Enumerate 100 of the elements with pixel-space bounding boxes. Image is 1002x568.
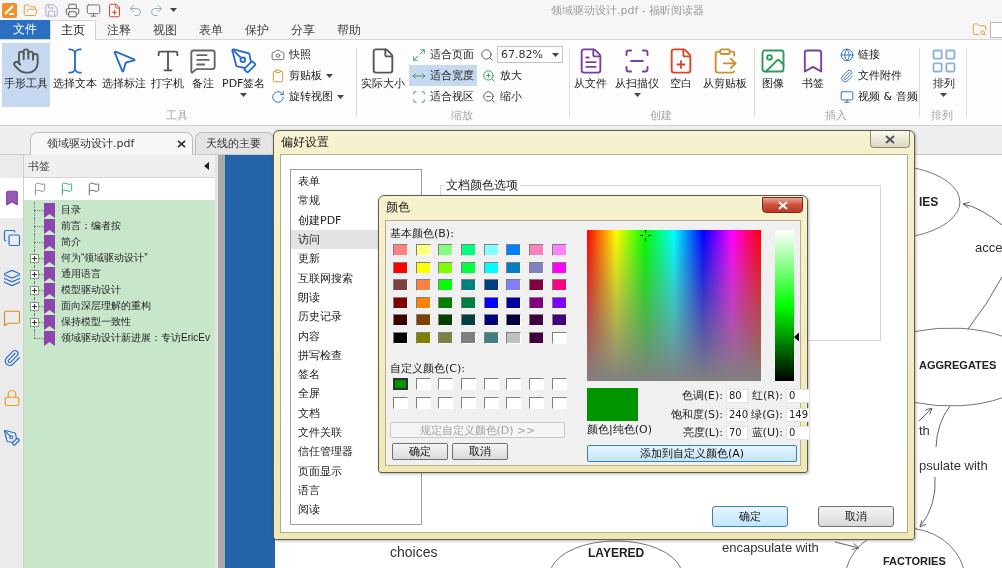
ribbon-button[interactable]: 图像 — [757, 43, 789, 107]
ribbon-tab[interactable]: 主页 — [50, 20, 96, 40]
color-swatch-icon[interactable] — [551, 279, 567, 292]
color-swatch-icon[interactable] — [438, 279, 454, 292]
ribbon-button[interactable]: 文件附件 — [837, 65, 921, 86]
ribbon-button[interactable]: 书签 — [797, 43, 829, 107]
bookmark-item[interactable]: 领域驱动设计新进展：专访EricEv — [61, 331, 210, 345]
color-swatch-icon[interactable] — [529, 261, 545, 274]
ribbon-button[interactable]: 剪贴板 — [268, 65, 348, 86]
color-swatch-icon[interactable] — [506, 314, 522, 327]
color-swatch-icon[interactable] — [529, 396, 545, 409]
color-swatch-icon[interactable] — [393, 244, 408, 256]
color-swatch-icon[interactable] — [551, 296, 567, 309]
bookmark-item[interactable]: 何为“领域驱动设计” — [61, 251, 148, 265]
slider-thumb[interactable] — [794, 332, 799, 342]
ribbon-button[interactable]: 备注 — [187, 43, 219, 107]
number-field[interactable]: 240 — [725, 407, 748, 422]
toolbar-button[interactable] — [33, 182, 47, 196]
bookmark-item[interactable]: 通用语言 — [61, 267, 101, 281]
ribbon-button[interactable]: 视频 & 音频 — [837, 86, 921, 107]
category-item[interactable]: 阅读 — [291, 500, 421, 520]
color-swatch-icon[interactable] — [393, 396, 408, 409]
folder-icon[interactable] — [23, 2, 38, 18]
color-swatch-icon[interactable] — [483, 296, 499, 309]
color-swatch-icon[interactable] — [461, 314, 477, 327]
color-swatch-icon[interactable] — [529, 314, 545, 327]
ribbon-button[interactable]: PDF签名 — [220, 43, 268, 107]
close-icon[interactable] — [177, 139, 186, 148]
undo-icon[interactable] — [128, 2, 143, 18]
ribbon-button[interactable]: 适合页面 — [409, 44, 477, 65]
color-swatch-icon[interactable] — [438, 396, 454, 409]
ribbon-button[interactable]: 从扫描仪 — [613, 43, 661, 107]
close-button[interactable] — [870, 131, 910, 148]
color-swatch-icon[interactable] — [438, 314, 454, 327]
color-swatch-icon[interactable] — [438, 331, 454, 344]
ribbon-button[interactable]: 从文件 — [572, 43, 609, 107]
number-field[interactable]: 80 — [725, 389, 748, 403]
page-plus-icon[interactable] — [107, 2, 122, 18]
color-swatch-icon[interactable] — [506, 261, 522, 274]
color-swatch-icon[interactable] — [461, 331, 477, 344]
ribbon-tab[interactable]: 分享 — [280, 20, 326, 39]
color-swatch-icon[interactable] — [506, 296, 522, 309]
ribbon-button[interactable]: 从剪贴板 — [701, 43, 749, 107]
color-swatch-icon[interactable] — [393, 314, 408, 327]
color-swatch-icon[interactable] — [415, 377, 431, 390]
color-swatch-icon[interactable] — [415, 261, 431, 274]
color-swatch-icon[interactable] — [461, 279, 477, 292]
color-swatch-icon[interactable] — [483, 331, 499, 344]
color-swatch-icon[interactable] — [461, 261, 477, 274]
color-swatch-icon[interactable] — [438, 261, 454, 274]
monitor-icon[interactable] — [86, 2, 101, 18]
color-swatch-icon[interactable] — [461, 244, 477, 256]
color-swatch-icon[interactable] — [506, 396, 522, 409]
ribbon-button[interactable]: 打字机 — [149, 43, 186, 107]
color-swatch-icon[interactable] — [461, 296, 477, 309]
caret-icon[interactable] — [170, 8, 177, 12]
color-swatch-icon[interactable] — [393, 279, 408, 292]
expand-plus-icon[interactable] — [30, 253, 39, 263]
ribbon-tab[interactable]: 表单 — [188, 20, 234, 39]
color-swatch-icon[interactable] — [415, 296, 431, 309]
color-swatch-icon[interactable] — [483, 314, 499, 327]
search-field[interactable] — [990, 21, 1002, 38]
ribbon-button[interactable]: 适合宽度 — [409, 65, 477, 86]
color-swatch-icon[interactable] — [506, 244, 522, 256]
number-field[interactable]: 70 — [725, 426, 748, 440]
ribbon-tab[interactable]: 注释 — [96, 20, 142, 39]
ribbon-button[interactable]: 实际大小 — [359, 43, 407, 107]
color-swatch-icon[interactable] — [483, 396, 499, 409]
dialog-button[interactable]: 取消 — [452, 442, 508, 460]
ribbon-button[interactable]: 手形工具 — [2, 43, 50, 107]
color-swatch-icon[interactable] — [393, 296, 408, 309]
color-swatch-icon[interactable] — [529, 279, 545, 292]
ribbon-button[interactable]: 适合视区 — [409, 86, 477, 107]
expand-plus-icon[interactable] — [30, 317, 39, 327]
redo-icon[interactable] — [149, 2, 164, 18]
number-field[interactable]: 0 — [785, 426, 810, 440]
bookmark-item[interactable]: 前言：编者按 — [61, 219, 121, 233]
color-swatch-icon[interactable] — [506, 377, 522, 390]
color-swatch-icon[interactable] — [529, 244, 545, 256]
luminance-slider[interactable] — [775, 230, 799, 381]
color-swatch-icon[interactable] — [506, 331, 522, 344]
category-item[interactable]: 语言 — [291, 480, 421, 501]
bookmark-item[interactable]: 面向深层理解的重构 — [61, 299, 151, 313]
document-tab[interactable]: 领域驱动设计.pdf — [30, 132, 193, 155]
ribbon-tab[interactable]: 视图 — [142, 20, 188, 39]
color-swatch-icon[interactable] — [438, 377, 454, 390]
app-logo-icon[interactable] — [2, 2, 17, 18]
color-swatch-icon[interactable] — [461, 377, 477, 390]
close-button[interactable] — [762, 197, 803, 213]
ribbon-button[interactable]: 旋转视图 — [268, 86, 348, 107]
bookmark-item[interactable]: 简介 — [61, 235, 81, 249]
document-tab[interactable]: 天线的主要 — [195, 132, 274, 155]
color-swatch-icon[interactable] — [529, 331, 545, 344]
expand-plus-icon[interactable] — [30, 301, 39, 311]
color-swatch-icon[interactable] — [551, 396, 567, 409]
color-swatch-icon[interactable] — [415, 279, 431, 292]
color-swatch-icon[interactable] — [415, 396, 431, 409]
ribbon-button[interactable]: 选择标注 — [100, 43, 148, 107]
color-swatch-icon[interactable] — [393, 261, 408, 274]
color-swatch-icon[interactable] — [415, 331, 431, 344]
